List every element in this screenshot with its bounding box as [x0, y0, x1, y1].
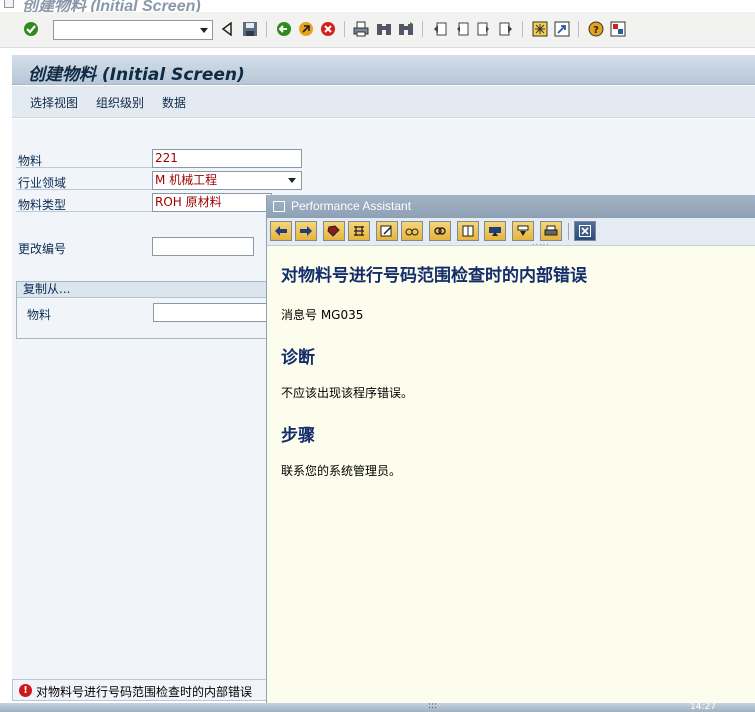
clock: 14:27: [690, 702, 716, 712]
procedure-text: 联系您的系统管理员。: [281, 464, 402, 478]
first-page-icon[interactable]: [431, 20, 449, 38]
copy-from-group: 复制从... 物料: [16, 281, 277, 339]
material-field[interactable]: 221: [152, 149, 302, 168]
diagnosis-text: 不应该出现该程序错误。: [281, 386, 414, 400]
find-next-icon[interactable]: [397, 20, 415, 38]
select-views-button[interactable]: 选择视图: [30, 94, 78, 111]
link-icon[interactable]: [429, 221, 451, 241]
procedure-title: 步骤: [281, 426, 315, 446]
print-icon[interactable]: [352, 20, 370, 38]
screen-header: 创建物料 (Initial Screen): [12, 55, 755, 85]
copy-material-label: 物料: [27, 308, 52, 322]
standard-toolbar: ?: [0, 12, 755, 48]
message-number: 消息号 MG035: [281, 308, 364, 322]
pa-window-icon: [273, 201, 285, 212]
back-arrow-icon[interactable]: [270, 221, 292, 241]
org-levels-button[interactable]: 组织级别: [96, 94, 144, 111]
new-session-icon[interactable]: [531, 20, 549, 38]
change-number-label: 更改编号: [18, 242, 67, 256]
pa-content: 对物料号进行号码范围检查时的内部错误 消息号 MG035 诊断 不应该出现该程序…: [267, 247, 755, 703]
back-triangle-icon[interactable]: [218, 20, 236, 38]
industry-dropdown[interactable]: M 机械工程: [152, 171, 302, 190]
next-page-icon[interactable]: [475, 20, 493, 38]
diagnosis-title: 诊断: [281, 348, 315, 368]
layout-icon[interactable]: [609, 20, 627, 38]
data-button[interactable]: 数据: [162, 94, 186, 111]
edit-icon[interactable]: [376, 221, 398, 241]
bookmark-icon[interactable]: [323, 221, 345, 241]
window-title-bar: 创建物料 (Initial Screen): [0, 0, 755, 12]
close-icon[interactable]: [574, 221, 596, 241]
system-bar: ::: 14:27: [0, 701, 755, 712]
last-page-icon[interactable]: [497, 20, 515, 38]
pa-toolbar: .....: [267, 218, 755, 247]
app-icon: [4, 0, 14, 8]
error-icon: !: [19, 684, 32, 697]
cancel-icon[interactable]: [319, 20, 337, 38]
glasses-icon[interactable]: [401, 221, 423, 241]
industry-value: M 机械工程: [155, 173, 218, 187]
forward-arrow-icon[interactable]: [295, 221, 317, 241]
toolbar-grip[interactable]: .....: [532, 238, 550, 247]
back-icon[interactable]: [275, 20, 293, 38]
copy-material-field[interactable]: [153, 303, 277, 322]
book-icon[interactable]: [457, 221, 479, 241]
help-icon[interactable]: ?: [587, 20, 605, 38]
save-icon[interactable]: [241, 20, 259, 38]
status-bar[interactable]: ! 对物料号进行号码范围检查时的内部错误: [12, 679, 267, 701]
change-number-field[interactable]: [152, 237, 254, 256]
filter-icon[interactable]: [512, 221, 534, 241]
display-icon[interactable]: [484, 221, 506, 241]
svg-text:?: ?: [593, 25, 599, 36]
chevron-down-icon[interactable]: [285, 172, 299, 189]
exit-icon[interactable]: [297, 20, 315, 38]
material-type-field[interactable]: ROH 原材料: [152, 193, 272, 212]
chevron-down-icon[interactable]: [196, 21, 212, 39]
performance-assistant-window: Performance Assistant ..... 对物料号进行号码范围检查…: [266, 195, 755, 703]
copy-from-title: 复制从...: [17, 282, 275, 298]
technical-info-icon[interactable]: [348, 221, 370, 241]
previous-page-icon[interactable]: [453, 20, 471, 38]
command-input[interactable]: [54, 21, 196, 39]
shortcut-icon[interactable]: [553, 20, 571, 38]
screen-title: 创建物料 (Initial Screen): [28, 65, 245, 85]
pa-title: Performance Assistant: [291, 199, 412, 213]
application-toolbar: 选择视图 组织级别 数据: [12, 86, 755, 118]
find-icon[interactable]: [375, 20, 393, 38]
enter-icon[interactable]: [22, 20, 40, 38]
pa-titlebar[interactable]: Performance Assistant: [267, 195, 755, 218]
status-message: 对物料号进行号码范围检查时的内部错误: [36, 685, 253, 699]
command-field[interactable]: [53, 20, 213, 40]
pa-heading: 对物料号进行号码范围检查时的内部错误: [281, 266, 587, 286]
window-title: 创建物料 (Initial Screen): [22, 0, 201, 12]
